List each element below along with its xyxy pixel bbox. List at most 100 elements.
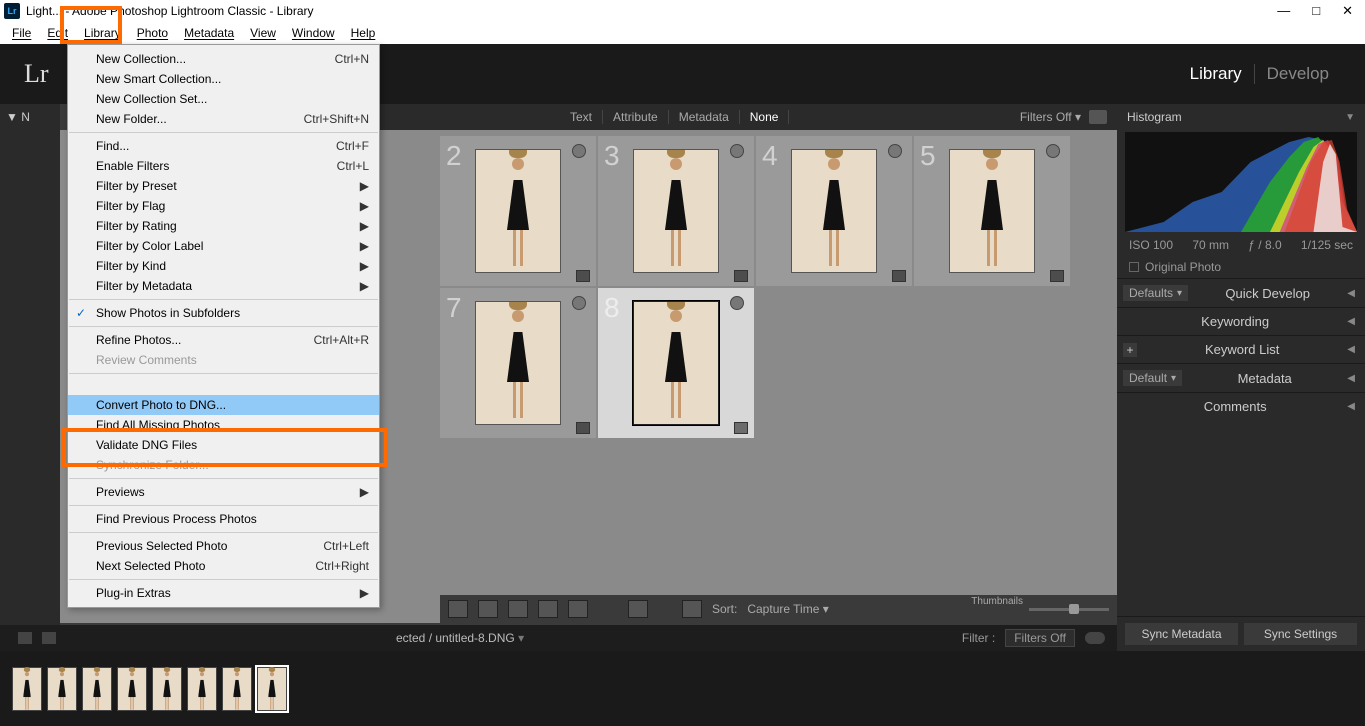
quick-collection-marker[interactable]	[730, 144, 744, 158]
filmstrip-thumbnail[interactable]	[187, 667, 217, 711]
menu-item-filter-by-preset[interactable]: Filter by Preset▶	[68, 176, 379, 196]
thumbnail[interactable]	[633, 149, 719, 273]
view-mode-loupe-button[interactable]	[478, 600, 498, 618]
menu-item-label: New Collection...	[96, 52, 186, 66]
filmstrip-thumbnail[interactable]	[12, 667, 42, 711]
thumbnail-size-slider[interactable]: Thumbnails	[971, 604, 1109, 615]
filmstrip-thumbnail[interactable]	[152, 667, 182, 711]
grid-cell[interactable]: 4	[756, 136, 912, 286]
filter-none[interactable]: None	[740, 110, 790, 124]
quick-collection-marker[interactable]	[730, 296, 744, 310]
menu-window[interactable]: Window	[284, 24, 343, 42]
minimize-button[interactable]: —	[1277, 3, 1290, 19]
quick-collection-marker[interactable]	[1046, 144, 1060, 158]
sync-settings-button[interactable]: Sync Settings	[1244, 623, 1357, 645]
filmstrip-thumbnail[interactable]	[257, 667, 287, 711]
menu-item-new-folder[interactable]: New Folder...Ctrl+Shift+N	[68, 109, 379, 129]
view-mode-survey-button[interactable]	[538, 600, 558, 618]
menu-item-show-photos-in-subfolders[interactable]: ✓Show Photos in Subfolders	[68, 303, 379, 323]
quick-collection-marker[interactable]	[572, 296, 586, 310]
menu-item-label: Filter by Kind	[96, 259, 166, 273]
view-mode-compare-button[interactable]	[508, 600, 528, 618]
close-button[interactable]: ✕	[1342, 3, 1353, 19]
menu-item-convert-photo-to-dng[interactable]: Convert Photo to DNG...	[68, 395, 379, 415]
sync-metadata-button[interactable]: Sync Metadata	[1125, 623, 1238, 645]
grid-cell[interactable]: 2	[440, 136, 596, 286]
menu-item-filter-by-kind[interactable]: Filter by Kind ▶	[68, 256, 379, 276]
menu-item-find-all-missing-photos[interactable]: Find All Missing Photos	[68, 415, 379, 435]
maximize-button[interactable]: □	[1312, 3, 1320, 19]
menu-help[interactable]: Help	[343, 24, 384, 42]
menu-item-validate-dng-files[interactable]: Validate DNG Files	[68, 435, 379, 455]
menu-item-filter-by-metadata[interactable]: Filter by Metadata▶	[68, 276, 379, 296]
thumbnail[interactable]	[791, 149, 877, 273]
menu-item-refine-photos[interactable]: Refine Photos...Ctrl+Alt+R	[68, 330, 379, 350]
thumbnail[interactable]	[949, 149, 1035, 273]
filter-lock-icon[interactable]	[1089, 110, 1107, 124]
menu-item-find-previous-process-photos[interactable]: Find Previous Process Photos	[68, 509, 379, 529]
grid-cell[interactable]: 8	[598, 288, 754, 438]
menu-item-label: Enable Filters	[96, 159, 169, 173]
menu-photo[interactable]: Photo	[129, 24, 176, 42]
second-monitor-1-button[interactable]	[18, 632, 32, 644]
menu-item-enable-filters[interactable]: Enable FiltersCtrl+L	[68, 156, 379, 176]
menu-edit[interactable]: Edit	[39, 24, 76, 42]
module-develop[interactable]: Develop	[1255, 64, 1341, 84]
thumbnail-badge-icon[interactable]	[576, 270, 590, 282]
menu-file[interactable]: File	[4, 24, 39, 42]
filmstrip-filter-switch[interactable]	[1085, 632, 1105, 644]
thumbnail-badge-icon[interactable]	[734, 270, 748, 282]
quick-collection-marker[interactable]	[572, 144, 586, 158]
thumbnail[interactable]	[475, 301, 561, 425]
view-mode-grid-button[interactable]	[448, 600, 468, 618]
menu-view[interactable]: View	[242, 24, 284, 42]
menu-item-label: Show Photos in Subfolders	[96, 306, 240, 320]
menu-item-filter-by-flag[interactable]: Filter by Flag▶	[68, 196, 379, 216]
menu-item-next-selected-photo[interactable]: Next Selected PhotoCtrl+Right	[68, 556, 379, 576]
filmstrip-filter-dropdown[interactable]: Filters Off	[1005, 629, 1075, 647]
thumbnail[interactable]	[475, 149, 561, 273]
menu-item-find[interactable]: Find...Ctrl+F	[68, 136, 379, 156]
cell-index: 8	[604, 292, 620, 324]
sort-dropdown[interactable]: Capture Time ▾	[747, 602, 828, 616]
submenu-arrow-icon: ▶	[360, 279, 369, 293]
menu-item-previews[interactable]: Previews▶	[68, 482, 379, 502]
filters-off-dropdown[interactable]: Filters Off ▾	[1020, 110, 1081, 124]
filter-metadata[interactable]: Metadata	[669, 110, 740, 124]
navigator-trunc: ▼ N	[0, 104, 60, 130]
filmstrip-thumbnail[interactable]	[47, 667, 77, 711]
submenu-arrow-icon: ▶	[360, 259, 369, 273]
thumbnail-badge-icon[interactable]	[576, 422, 590, 434]
grid-cell[interactable]: 3	[598, 136, 754, 286]
second-monitor-2-button[interactable]	[42, 632, 56, 644]
menu-item-filter-by-rating[interactable]: Filter by Rating▶	[68, 216, 379, 236]
menu-item-previous-selected-photo[interactable]: Previous Selected PhotoCtrl+Left	[68, 536, 379, 556]
histogram-header[interactable]: Histogram▼	[1117, 104, 1365, 130]
menu-item-filter-by-color-label[interactable]: Filter by Color Label▶	[68, 236, 379, 256]
sort-direction-button[interactable]	[682, 600, 702, 618]
breadcrumb-path[interactable]: ected / untitled-8.DNG ▾	[396, 631, 524, 645]
thumbnail[interactable]	[633, 301, 719, 425]
filmstrip-thumbnail[interactable]	[117, 667, 147, 711]
view-mode-people-button[interactable]	[568, 600, 588, 618]
filmstrip-thumbnail[interactable]	[82, 667, 112, 711]
menu-item-new-smart-collection[interactable]: New Smart Collection...	[68, 69, 379, 89]
thumbnail-badge-icon[interactable]	[1050, 270, 1064, 282]
menu-library[interactable]: Library	[76, 24, 129, 42]
thumbnail-badge-icon[interactable]	[734, 422, 748, 434]
quick-collection-marker[interactable]	[888, 144, 902, 158]
menu-item-new-collection[interactable]: New Collection...Ctrl+N	[68, 49, 379, 69]
filter-attribute[interactable]: Attribute	[603, 110, 669, 124]
painter-tool-button[interactable]	[628, 600, 648, 618]
grid-cell[interactable]: 5	[914, 136, 1070, 286]
filmstrip-thumbnail[interactable]	[222, 667, 252, 711]
grid-cell[interactable]: 7	[440, 288, 596, 438]
module-library[interactable]: Library	[1178, 64, 1254, 84]
menu-item-plug-in-extras[interactable]: Plug-in Extras▶	[68, 583, 379, 603]
menu-metadata[interactable]: Metadata	[176, 24, 242, 42]
filter-text[interactable]: Text	[560, 110, 603, 124]
filmstrip	[0, 651, 1365, 726]
thumbnail-badge-icon[interactable]	[892, 270, 906, 282]
menu-item-new-collection-set[interactable]: New Collection Set...	[68, 89, 379, 109]
menu-item-label: Previews	[96, 485, 145, 499]
